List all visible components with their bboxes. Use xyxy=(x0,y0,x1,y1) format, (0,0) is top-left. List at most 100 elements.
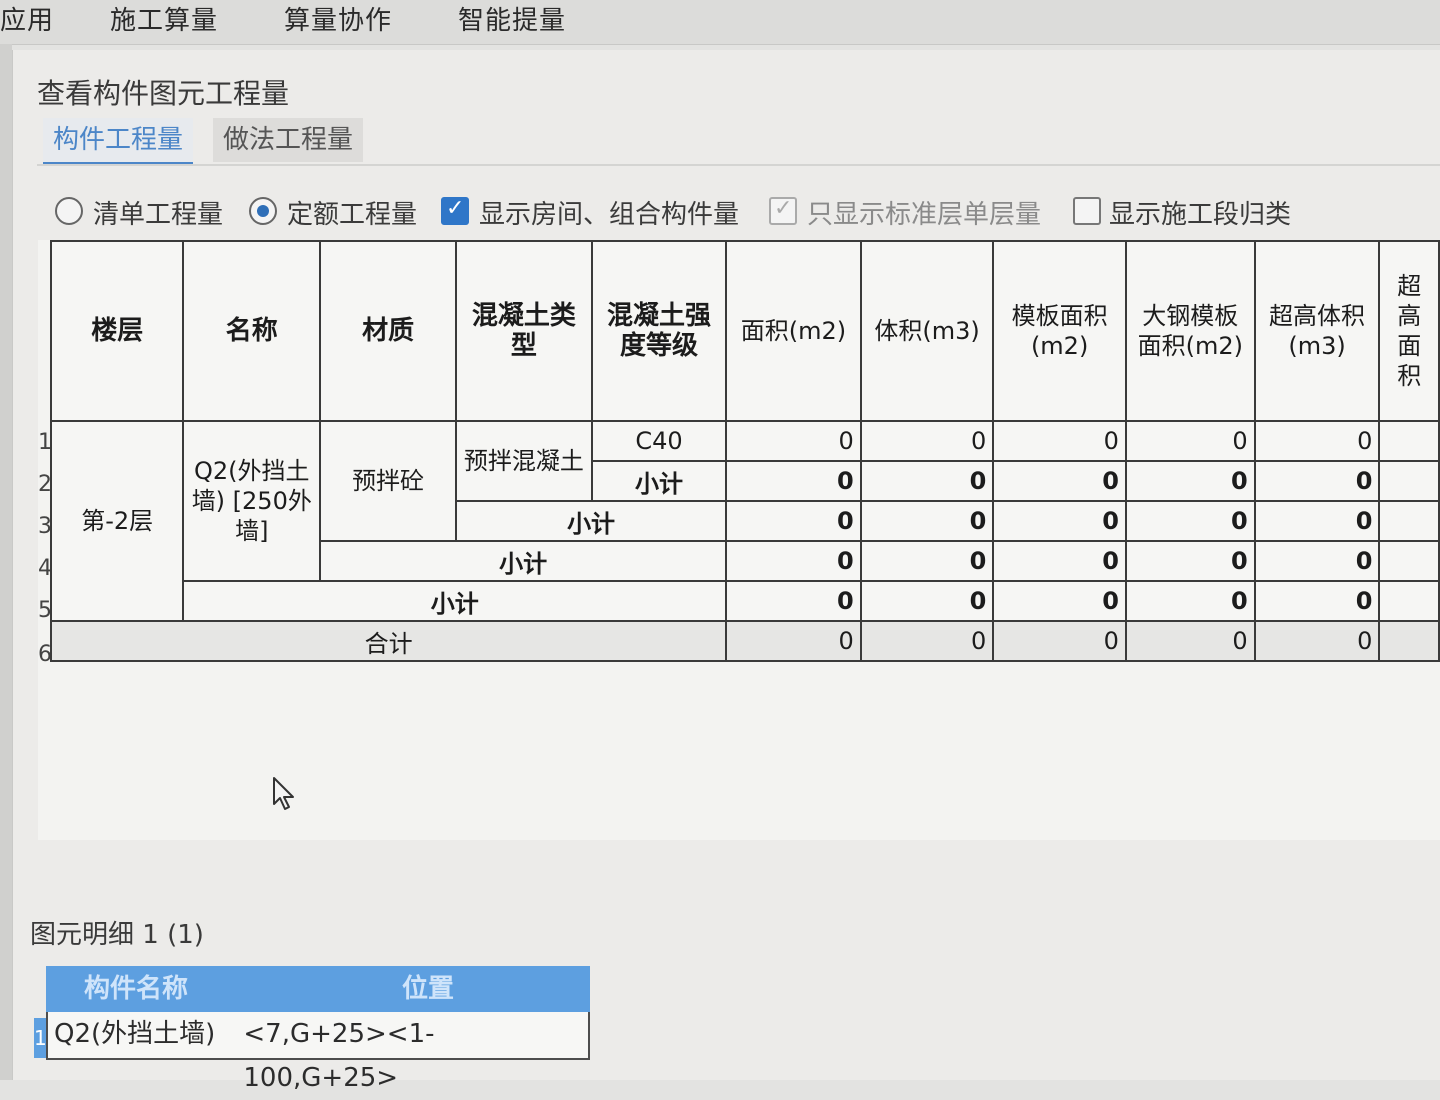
detail-row-index: 1 xyxy=(34,1018,47,1058)
tab-divider xyxy=(37,164,1440,166)
cell-subtotal-label[interactable]: 小计 xyxy=(319,540,728,582)
tab-component-quantity[interactable]: 构件工程量 xyxy=(43,118,194,165)
cell-overheight-volume[interactable]: 0 xyxy=(1253,580,1381,622)
radio-quota-quantity-label[interactable]: 定额工程量 xyxy=(287,194,417,231)
tab-method-quantity[interactable]: 做法工程量 xyxy=(213,118,364,162)
col-header-concrete-type[interactable]: 混凝土类型 xyxy=(454,240,593,422)
col-header-formwork-area[interactable]: 模板面积(m2) xyxy=(992,240,1127,422)
radio-quota-quantity[interactable] xyxy=(249,197,277,225)
cell-steel-formwork-area[interactable]: 0 xyxy=(1124,500,1256,542)
checkbox-show-rooms-label[interactable]: 显示房间、组合构件量 xyxy=(479,194,739,231)
cell-overheight-area[interactable] xyxy=(1378,580,1440,622)
cell-overheight-area[interactable] xyxy=(1378,420,1440,462)
left-side-strip xyxy=(0,44,12,1080)
cell-overheight-volume[interactable]: 0 xyxy=(1253,420,1381,462)
cell-subtotal-label[interactable]: 小计 xyxy=(590,460,728,502)
menu-smart-extract[interactable]: 智能提量 xyxy=(458,0,566,37)
col-header-material[interactable]: 材质 xyxy=(319,240,457,422)
options-bar: 清单工程量 定额工程量 显示房间、组合构件量 只显示标准层单层量 显示施工段归类 xyxy=(43,188,1440,236)
col-header-volume[interactable]: 体积(m3) xyxy=(859,240,995,422)
cell-area[interactable]: 0 xyxy=(725,420,862,462)
row-number: 2 xyxy=(38,472,52,497)
cell-steel-formwork-area[interactable]: 0 xyxy=(1124,420,1256,462)
cell-subtotal-label[interactable]: 小计 xyxy=(182,580,728,622)
cell-volume[interactable]: 0 xyxy=(859,460,995,502)
menu-bar: 应用 施工算量 算量协作 智能提量 xyxy=(0,0,1440,45)
detail-cell-position[interactable]: <7,G+25><1-100,G+25> xyxy=(233,1012,588,1093)
cell-area[interactable]: 0 xyxy=(725,540,862,582)
col-header-name[interactable]: 名称 xyxy=(182,240,322,422)
detail-col-name[interactable]: 构件名称 xyxy=(46,966,366,1012)
detail-row[interactable]: Q2(外挡土墙) <7,G+25><1-100,G+25> xyxy=(46,1012,590,1093)
quantity-grid-panel: 1 2 3 4 5 6 楼层 名称 材质 混凝土类型 混凝土强度等级 面积(m2… xyxy=(38,240,1440,840)
cell-overheight-volume[interactable]: 0 xyxy=(1253,500,1381,542)
cell-overheight-area[interactable] xyxy=(1378,540,1440,582)
cell-formwork-area[interactable]: 0 xyxy=(992,500,1127,542)
cell-area[interactable]: 0 xyxy=(725,500,862,542)
cell-formwork-area[interactable]: 0 xyxy=(992,420,1127,462)
col-header-steel-formwork-area[interactable]: 大钢模板面积(m2) xyxy=(1124,240,1256,422)
detail-section-label: 图元明细 1 (1) xyxy=(30,920,204,950)
table-row-total[interactable]: 合计 0 0 0 0 0 xyxy=(49,620,1440,662)
quantity-table: 楼层 名称 材质 混凝土类型 混凝土强度等级 面积(m2) 体积(m3) 模板面… xyxy=(49,240,1440,662)
row-number: 5 xyxy=(38,598,52,623)
cell-overheight-volume[interactable]: 0 xyxy=(1253,460,1381,502)
mouse-cursor-icon xyxy=(273,777,294,810)
cell-overheight-area[interactable] xyxy=(1378,500,1440,542)
cell-volume[interactable]: 0 xyxy=(859,540,995,582)
cell-area[interactable]: 0 xyxy=(725,580,862,622)
cell-steel-formwork-area[interactable]: 0 xyxy=(1124,620,1256,662)
cell-overheight-area[interactable] xyxy=(1378,460,1440,502)
cell-formwork-area[interactable]: 0 xyxy=(992,540,1127,582)
row-number: 3 xyxy=(38,514,52,539)
radio-list-quantity[interactable] xyxy=(55,197,83,225)
dialog-title: 查看构件图元工程量 xyxy=(37,77,290,110)
cell-concrete-type[interactable]: 预拌混凝土 xyxy=(454,420,593,502)
detail-cell-name[interactable]: Q2(外挡土墙) xyxy=(48,1012,233,1058)
table-row[interactable]: 第-2层 Q2(外挡土墙) [250外墙] 预拌砼 预拌混凝土 C40 0 0 … xyxy=(49,420,1440,622)
menu-app[interactable]: 应用 xyxy=(0,0,54,37)
cell-overheight-area[interactable] xyxy=(1378,620,1440,662)
col-header-area[interactable]: 面积(m2) xyxy=(725,240,862,422)
cell-material[interactable]: 预拌砼 xyxy=(319,420,457,542)
cell-volume[interactable]: 0 xyxy=(859,500,995,542)
cell-overheight-volume[interactable]: 0 xyxy=(1253,540,1381,582)
row-number: 6 xyxy=(38,642,52,667)
checkbox-std-floor[interactable] xyxy=(769,196,797,225)
cell-name[interactable]: Q2(外挡土墙) [250外墙] xyxy=(182,420,322,582)
cell-formwork-area[interactable]: 0 xyxy=(992,580,1127,622)
detail-header-row: 构件名称 位置 xyxy=(46,966,590,1012)
cell-area[interactable]: 0 xyxy=(725,460,862,502)
cell-formwork-area[interactable]: 0 xyxy=(992,460,1127,502)
cell-subtotal-label[interactable]: 小计 xyxy=(454,500,728,542)
row-number: 1 xyxy=(38,430,52,455)
checkbox-construction-stage[interactable] xyxy=(1073,197,1101,225)
menu-collaboration[interactable]: 算量协作 xyxy=(284,0,392,37)
detail-table: 构件名称 位置 1 Q2(外挡土墙) <7,G+25><1-100,G+25> xyxy=(34,966,590,1093)
menu-construction-calc[interactable]: 施工算量 xyxy=(110,0,218,37)
cell-total-label[interactable]: 合计 xyxy=(49,620,728,662)
table-row[interactable]: 小计 0 0 0 0 0 xyxy=(51,580,1440,622)
cell-grade[interactable]: C40 xyxy=(590,420,728,462)
row-number: 4 xyxy=(38,556,52,581)
cell-volume[interactable]: 0 xyxy=(859,580,995,622)
checkbox-std-floor-label[interactable]: 只显示标准层单层量 xyxy=(807,194,1041,231)
cell-overheight-volume[interactable]: 0 xyxy=(1253,620,1381,662)
cell-volume[interactable]: 0 xyxy=(859,620,995,662)
col-header-floor[interactable]: 楼层 xyxy=(49,240,185,422)
col-header-overheight-volume[interactable]: 超高体积(m3) xyxy=(1253,240,1381,422)
checkbox-construction-stage-label[interactable]: 显示施工段归类 xyxy=(1109,194,1291,231)
cell-floor[interactable]: 第-2层 xyxy=(49,420,185,622)
cell-steel-formwork-area[interactable]: 0 xyxy=(1124,460,1256,502)
detail-col-position[interactable]: 位置 xyxy=(366,966,590,1012)
cell-steel-formwork-area[interactable]: 0 xyxy=(1124,580,1256,622)
checkbox-show-rooms[interactable] xyxy=(441,196,469,225)
col-header-overheight-area[interactable]: 超高面积 xyxy=(1378,240,1440,422)
header-row: 楼层 名称 材质 混凝土类型 混凝土强度等级 面积(m2) 体积(m3) 模板面… xyxy=(49,240,1440,422)
col-header-concrete-grade[interactable]: 混凝土强度等级 xyxy=(590,240,728,422)
radio-list-quantity-label[interactable]: 清单工程量 xyxy=(93,194,223,231)
cell-steel-formwork-area[interactable]: 0 xyxy=(1124,540,1256,582)
cell-volume[interactable]: 0 xyxy=(859,420,995,462)
cell-area[interactable]: 0 xyxy=(725,620,862,662)
cell-formwork-area[interactable]: 0 xyxy=(992,620,1127,662)
